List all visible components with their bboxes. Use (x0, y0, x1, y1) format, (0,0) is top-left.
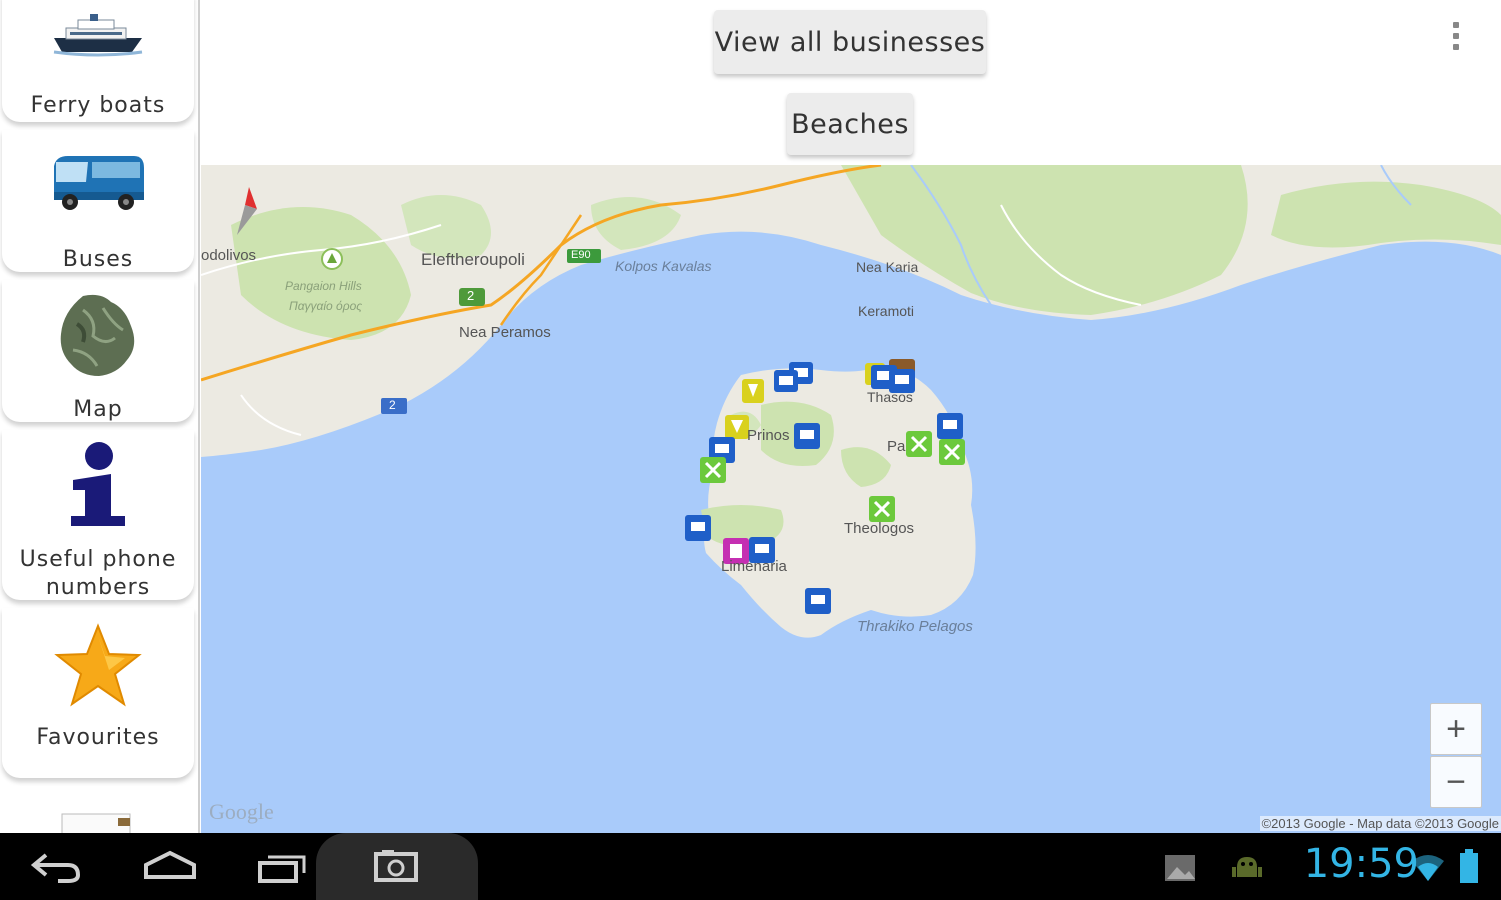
sidebar-item-label-line1: Useful phone (19, 547, 177, 572)
map-label-prinos: Prinos (747, 427, 790, 444)
overflow-menu-icon[interactable] (1446, 22, 1466, 58)
map-label-panagia: Pa (887, 438, 906, 455)
android-debug-icon (1232, 857, 1262, 877)
document-icon (61, 813, 131, 833)
battery-icon (1460, 849, 1478, 883)
map-marker-yellow (725, 415, 749, 439)
map-label-pangaion: Pangaion Hills (285, 279, 362, 293)
app-root: Ferry boats Buses Map Useful phone numbe… (0, 0, 1501, 900)
sidebar-item-more[interactable] (2, 786, 194, 833)
sidebar-item-ferry-boats[interactable]: Ferry boats (2, 0, 194, 122)
system-navigation-bar: 19:59 (0, 833, 1501, 900)
map-marker-blue (794, 423, 820, 449)
map-label-thrakiko-pelagos: Thrakiko Pelagos (857, 618, 973, 635)
map-marker-green (939, 439, 965, 465)
map-marker-blue (685, 515, 711, 541)
view-all-businesses-button[interactable]: View all businesses (714, 10, 986, 74)
sidebar-item-label: Ferry boats (30, 93, 166, 118)
info-icon (71, 442, 125, 526)
map-label-theologos: Theologos (844, 520, 915, 537)
thasos-island (704, 365, 976, 638)
sidebar-item-map[interactable]: Map (2, 280, 194, 422)
map-attribution[interactable]: ©2013 Google - Map data ©2013 Google (1259, 816, 1501, 831)
map-label-limenaria: Limenaria (721, 558, 787, 575)
map-label-eleftheroupoli: Eleftheroupoli (421, 250, 525, 269)
sidebar-item-label-line2: numbers (45, 575, 151, 600)
home-icon[interactable] (140, 847, 200, 887)
zoom-out-button[interactable]: − (1430, 756, 1482, 808)
screenshot-icon (374, 850, 418, 882)
sidebar-item-label: Map (73, 397, 123, 422)
sidebar-item-buses[interactable]: Buses (2, 130, 194, 272)
map-marker-blue (937, 413, 963, 439)
map-marker-green (906, 431, 932, 457)
map-marker-green (700, 457, 726, 483)
ferry-icon (53, 14, 143, 57)
map-label-prodolivos: odolivos (201, 247, 257, 264)
zoom-in-button[interactable]: + (1430, 703, 1482, 755)
screenshot-button[interactable] (316, 833, 478, 900)
wifi-icon (1412, 855, 1444, 881)
bus-icon (54, 156, 144, 210)
map-label-nea-karia: Nea Karia (856, 259, 919, 275)
map-label-kolpos-kavalas: Kolpos Kavalas (615, 258, 712, 274)
map-marker-yellow (742, 379, 764, 403)
road-label-2: 2 (467, 288, 475, 303)
back-icon[interactable] (28, 847, 88, 887)
road-label-2: 2 (389, 398, 396, 412)
google-logo: Google (209, 799, 274, 824)
sidebar: Ferry boats Buses Map Useful phone numbe… (0, 0, 200, 833)
clock: 19:59 (1303, 841, 1419, 887)
sidebar-item-useful-phone-numbers[interactable]: Useful phone numbers (2, 430, 194, 600)
map-label-pangaion-greek: Παγγαίο όρος (289, 299, 363, 313)
road-label-e90: E90 (571, 249, 591, 261)
gallery-icon (1165, 855, 1195, 881)
map-marker-green (869, 496, 895, 522)
island-map-icon (60, 294, 135, 376)
map-marker-blue (774, 370, 798, 392)
recent-apps-icon[interactable] (254, 847, 314, 887)
map-canvas (201, 165, 1501, 638)
map-view[interactable]: odolivos Eleftheroupoli Pangaion Hills Π… (201, 165, 1501, 833)
beaches-button[interactable]: Beaches (787, 93, 913, 155)
sidebar-item-label: Favourites (36, 725, 160, 750)
star-icon (54, 623, 142, 707)
map-label-keramoti: Keramoti (858, 303, 915, 319)
map-label-nea-peramos: Nea Peramos (459, 324, 551, 341)
map-label-thasos: Thasos (867, 389, 913, 405)
sidebar-item-favourites[interactable]: Favourites (2, 608, 194, 778)
map-marker-blue (805, 588, 831, 614)
sidebar-item-label: Buses (62, 247, 134, 272)
